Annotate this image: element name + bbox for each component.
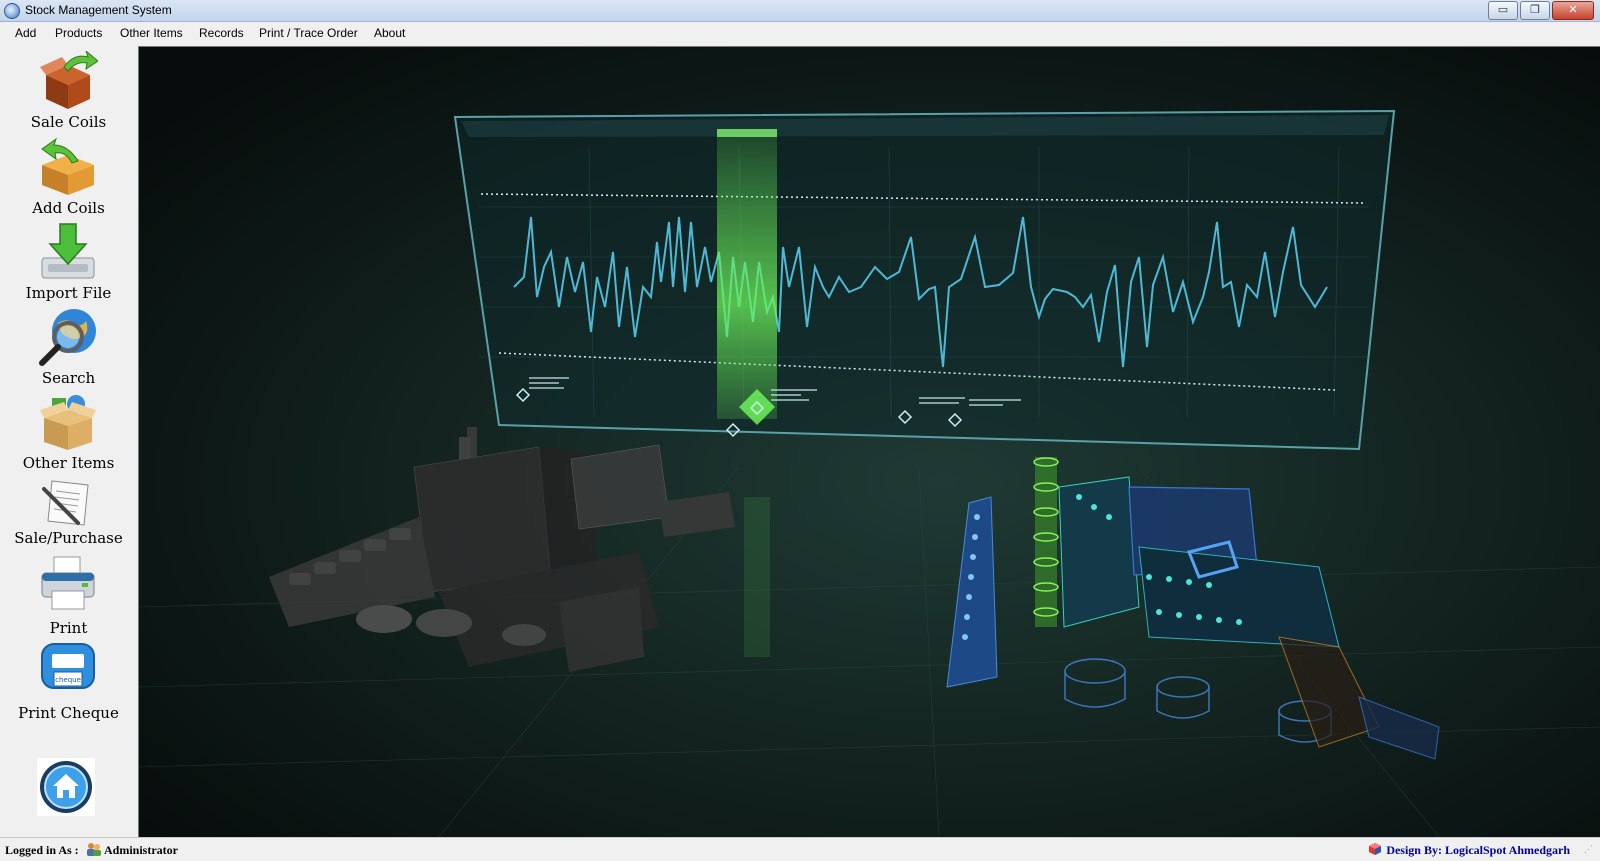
status-bar: Logged in As : Administrator Design By: … (0, 837, 1600, 861)
industrial-hud-graphic (139, 47, 1600, 837)
window-controls: ▭ ❐ ✕ (1486, 1, 1594, 20)
sidebar-item-label: Sale Coils (30, 113, 107, 131)
app-icon (4, 3, 20, 19)
minimize-button[interactable]: ▭ (1488, 1, 1518, 20)
resize-grip-icon[interactable]: ⋰ (1584, 844, 1596, 856)
user-name: Administrator (104, 843, 178, 857)
cheque-printer-icon: cheque (41, 643, 95, 689)
menu-other-items[interactable]: Other Items (120, 26, 183, 40)
menu-bar: Add Products Other Items Records Print /… (0, 22, 1600, 44)
title-bar: Stock Management System ▭ ❐ ✕ (0, 0, 1600, 22)
menu-about[interactable]: About (374, 26, 405, 40)
sidebar-item-label: Search (41, 369, 96, 387)
design-credit: Design By: LogicalSpot Ahmedgarh (1386, 843, 1570, 857)
sidebar-item-label: Sale/Purchase (14, 529, 123, 547)
logicalspot-logo-icon (1369, 843, 1381, 855)
sidebar-item-label: Other Items (22, 454, 115, 472)
window-title: Stock Management System (25, 3, 172, 17)
sidebar-item-search[interactable]: Search (0, 307, 137, 389)
menu-records[interactable]: Records (199, 26, 244, 40)
box-in-icon (41, 137, 94, 195)
sidebar-item-label: Print (49, 619, 88, 637)
user-icon (87, 843, 101, 856)
sidebar-item-label: Print Cheque (18, 704, 119, 722)
restore-button[interactable]: ❐ (1520, 1, 1550, 20)
sidebar-item-other-items[interactable]: Other Items (0, 392, 137, 474)
sidebar-item-sale-purchase[interactable]: Sale/Purchase (0, 477, 137, 549)
cheque-caption: cheque (55, 676, 81, 684)
open-box-icon (40, 395, 96, 450)
sidebar-item-print-cheque[interactable]: cheque Print Cheque (0, 638, 137, 722)
menu-add[interactable]: Add (15, 26, 36, 40)
download-icon (41, 223, 95, 279)
menu-print-trace-order[interactable]: Print / Trace Order (259, 26, 358, 40)
sidebar-item-add-coils[interactable]: Add Coils (0, 137, 137, 219)
sidebar-item-label: Import File (25, 284, 112, 302)
close-button[interactable]: ✕ (1552, 1, 1594, 20)
sidebar-item-print[interactable]: Print (0, 553, 137, 637)
sidebar: Sale Coils Add Coils Import File Search (0, 45, 137, 836)
sidebar-item-import-file[interactable]: Import File (0, 222, 137, 304)
sidebar-item-label: Add Coils (32, 199, 105, 217)
printer-icon (41, 556, 95, 610)
sidebar-item-sale-coils[interactable]: Sale Coils (0, 51, 137, 133)
box-out-icon (40, 51, 98, 109)
search-globe-icon (39, 309, 96, 366)
logged-in-label: Logged in As : (5, 843, 79, 857)
menu-products[interactable]: Products (55, 26, 102, 40)
home-icon[interactable] (37, 758, 95, 816)
dashboard-background (138, 46, 1600, 837)
document-pen-icon (42, 480, 89, 526)
